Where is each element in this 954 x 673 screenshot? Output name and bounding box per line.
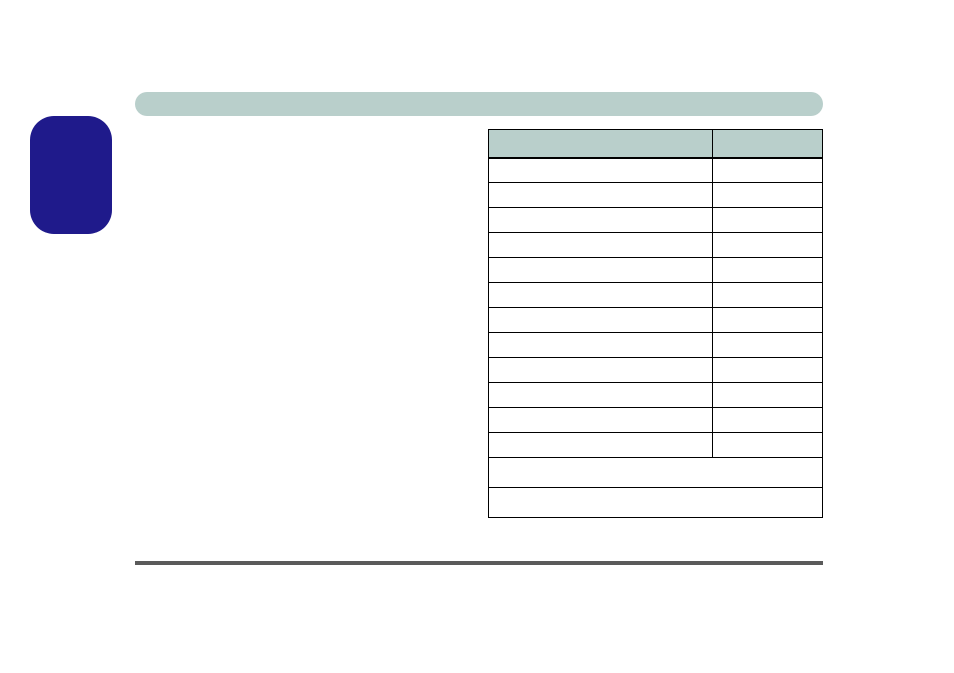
table-cell-value <box>713 333 823 358</box>
table-cell-label <box>489 283 713 308</box>
table-row <box>489 258 823 283</box>
table-row <box>489 358 823 383</box>
data-table <box>488 129 823 518</box>
table-row <box>489 233 823 258</box>
table-cell-label <box>489 308 713 333</box>
table-row <box>489 208 823 233</box>
table-row <box>489 333 823 358</box>
table-cell-label <box>489 183 713 208</box>
table-cell-label <box>489 233 713 258</box>
table-row <box>489 158 823 183</box>
footer-rule <box>135 561 823 565</box>
table-cell-value <box>713 233 823 258</box>
table-cell-label <box>489 408 713 433</box>
table-row <box>489 183 823 208</box>
table-row <box>489 283 823 308</box>
table-cell-value <box>713 433 823 458</box>
table-summary-cell <box>489 458 823 488</box>
table-row <box>489 383 823 408</box>
table-summary-row <box>489 458 823 488</box>
side-badge <box>30 116 112 234</box>
table-cell-label <box>489 358 713 383</box>
table-cell-value <box>713 183 823 208</box>
table-cell-value <box>713 283 823 308</box>
table-header-left <box>489 130 713 158</box>
table-cell-label <box>489 433 713 458</box>
table-cell-value <box>713 308 823 333</box>
table-cell-label <box>489 208 713 233</box>
table-cell-value <box>713 358 823 383</box>
table-cell-value <box>713 258 823 283</box>
table-summary-cell <box>489 488 823 518</box>
table-cell-value <box>713 208 823 233</box>
table-row <box>489 408 823 433</box>
table-cell-label <box>489 333 713 358</box>
table-header-right <box>713 130 823 158</box>
header-bar <box>135 92 823 116</box>
table-row <box>489 308 823 333</box>
table-header-row <box>489 130 823 158</box>
table-cell-label <box>489 383 713 408</box>
table-summary-row <box>489 488 823 518</box>
table-cell-value <box>713 158 823 183</box>
table-cell-value <box>713 408 823 433</box>
table-cell-label <box>489 258 713 283</box>
table-row <box>489 433 823 458</box>
table-cell-value <box>713 383 823 408</box>
table-cell-label <box>489 158 713 183</box>
